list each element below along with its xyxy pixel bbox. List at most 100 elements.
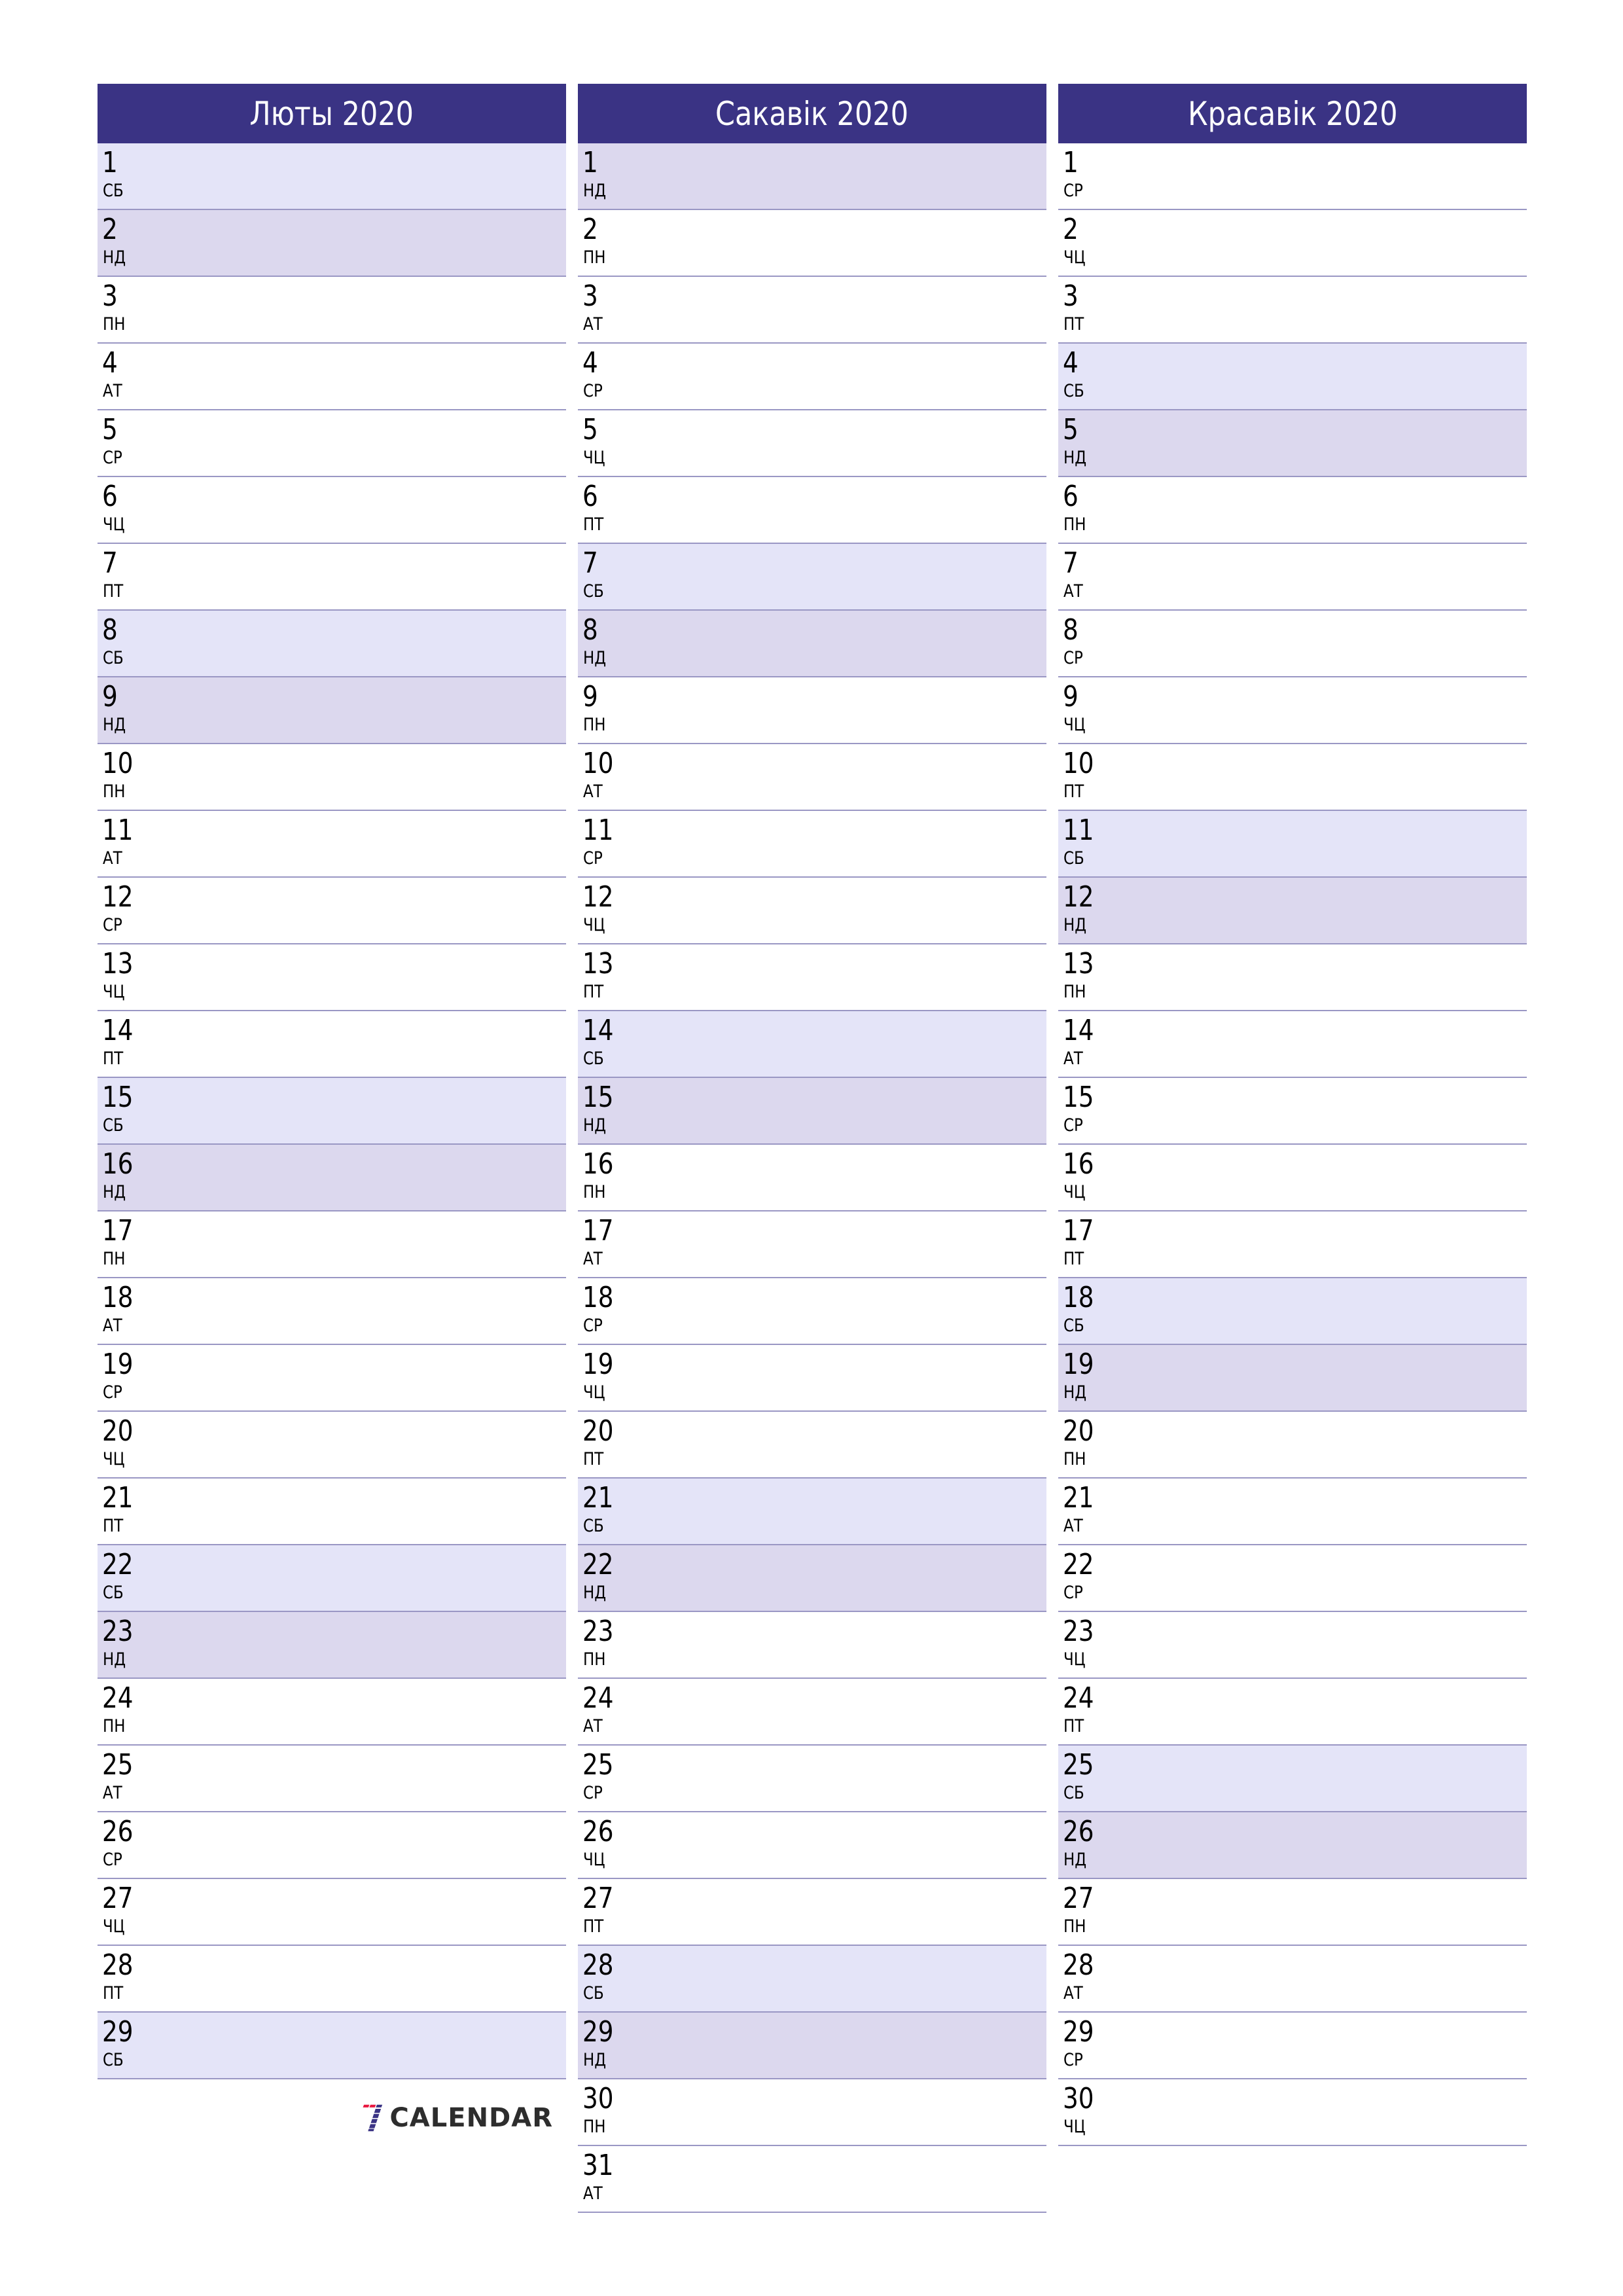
day-row: 9 НД — [98, 677, 566, 744]
day-number: 28 — [1063, 1948, 1094, 1982]
month-header: Красавік 2020 — [1058, 84, 1527, 143]
day-row: 31 АТ — [578, 2146, 1046, 2213]
day-row: 27 ПН — [1058, 1879, 1527, 1946]
day-row: 19 ЧЦ — [578, 1345, 1046, 1412]
day-row: 18 СР — [578, 1278, 1046, 1345]
weekday-label: ПН — [1063, 514, 1086, 535]
day-row: 22 СБ — [98, 1545, 566, 1612]
day-number: 19 — [1063, 1348, 1094, 1381]
day-row: 21 АТ — [1058, 1479, 1527, 1545]
day-row: 6 ЧЦ — [98, 477, 566, 544]
weekday-label: ПТ — [103, 581, 124, 601]
day-number: 25 — [582, 1748, 614, 1782]
weekday-label: СР — [103, 448, 122, 468]
day-number: 17 — [1063, 1214, 1094, 1247]
month-title: Красавік 2020 — [1187, 94, 1398, 133]
weekday-label: АТ — [583, 781, 603, 802]
day-number: 13 — [102, 947, 134, 980]
weekday-label: СР — [1063, 181, 1083, 201]
day-number: 17 — [102, 1214, 134, 1247]
day-number: 19 — [102, 1348, 134, 1381]
day-number: 2 — [102, 213, 118, 246]
day-row: 23 ПН — [578, 1612, 1046, 1679]
day-row: 26 ЧЦ — [578, 1812, 1046, 1879]
day-row: 23 НД — [98, 1612, 566, 1679]
day-number: 29 — [1063, 2015, 1094, 2049]
weekday-label: ПН — [583, 1649, 606, 1670]
day-row: 15 НД — [578, 1078, 1046, 1145]
weekday-label: ПН — [103, 1249, 126, 1269]
day-number: 8 — [582, 613, 598, 647]
day-number: 8 — [1063, 613, 1079, 647]
day-row: 27 ПТ — [578, 1879, 1046, 1946]
day-number: 7 — [102, 547, 118, 580]
day-number: 1 — [1063, 146, 1079, 179]
day-row: 10 ПТ — [1058, 744, 1527, 811]
weekday-label: СР — [583, 381, 603, 401]
weekday-label: ПТ — [1063, 781, 1084, 802]
seven-logo-icon — [363, 2104, 383, 2132]
weekday-label: ПТ — [583, 1916, 604, 1937]
weekday-label: СР — [103, 1382, 122, 1403]
day-row: 19 СР — [98, 1345, 566, 1412]
weekday-label: АТ — [583, 1716, 603, 1736]
day-number: 3 — [1063, 279, 1079, 313]
day-row: 14 АТ — [1058, 1011, 1527, 1078]
day-row: 5 НД — [1058, 410, 1527, 477]
weekday-label: АТ — [103, 848, 122, 869]
weekday-label: ПН — [1063, 982, 1086, 1002]
day-row: 25 СБ — [1058, 1746, 1527, 1812]
day-list: 1 СР 2 ЧЦ 3 ПТ 4 СБ 5 НД 6 ПН 7 АТ 8 СР 9 ЧЦ 10 ПТ 11 СБ 12 НД 1… — [1058, 143, 1527, 2146]
day-number: 20 — [1063, 1414, 1094, 1448]
weekday-label: НД — [1063, 1850, 1087, 1870]
day-row: 12 ЧЦ — [578, 878, 1046, 944]
day-row: 2 ЧЦ — [1058, 210, 1527, 277]
weekday-label: ЧЦ — [103, 514, 125, 535]
weekday-label: СР — [583, 848, 603, 869]
day-row: 26 НД — [1058, 1812, 1527, 1879]
day-number: 29 — [102, 2015, 134, 2049]
day-number: 7 — [582, 547, 598, 580]
weekday-label: НД — [103, 1649, 126, 1670]
weekday-label: ПТ — [1063, 1249, 1084, 1269]
weekday-label: ПТ — [583, 1449, 604, 1469]
day-row: 4 АТ — [98, 344, 566, 410]
day-number: 2 — [582, 213, 598, 246]
day-row: 17 АТ — [578, 1211, 1046, 1278]
day-row: 6 ПН — [1058, 477, 1527, 544]
day-number: 14 — [102, 1014, 134, 1047]
day-row: 13 ЧЦ — [98, 944, 566, 1011]
day-number: 3 — [582, 279, 598, 313]
day-row: 11 АТ — [98, 811, 566, 878]
day-number: 24 — [582, 1681, 614, 1715]
day-row: 29 СБ — [98, 2013, 566, 2079]
weekday-label: ПН — [103, 781, 126, 802]
day-number: 12 — [1063, 880, 1094, 914]
day-number: 26 — [1063, 1815, 1094, 1848]
weekday-label: НД — [583, 1583, 607, 1603]
weekday-label: НД — [103, 715, 126, 735]
day-number: 20 — [582, 1414, 614, 1448]
day-row: 20 ЧЦ — [98, 1412, 566, 1479]
day-number: 11 — [1063, 814, 1094, 847]
day-row: 1 СБ — [98, 143, 566, 210]
weekday-label: СБ — [1063, 848, 1084, 869]
weekday-label: ПТ — [103, 1983, 124, 2003]
day-number: 25 — [102, 1748, 134, 1782]
day-row: 12 НД — [1058, 878, 1527, 944]
day-number: 5 — [582, 413, 598, 446]
day-row: 8 СР — [1058, 611, 1527, 677]
weekday-label: СБ — [1063, 1316, 1084, 1336]
day-row: 29 СР — [1058, 2013, 1527, 2079]
day-row: 26 СР — [98, 1812, 566, 1879]
day-row: 30 ЧЦ — [1058, 2079, 1527, 2146]
weekday-label: ПН — [583, 2117, 606, 2137]
day-number: 12 — [102, 880, 134, 914]
day-number: 4 — [1063, 346, 1079, 380]
day-row: 7 АТ — [1058, 544, 1527, 611]
weekday-label: ПТ — [583, 514, 604, 535]
day-number: 26 — [582, 1815, 614, 1848]
weekday-label: СБ — [103, 2050, 124, 2070]
day-number: 30 — [1063, 2082, 1094, 2115]
month-title: Сакавік 2020 — [715, 94, 909, 133]
